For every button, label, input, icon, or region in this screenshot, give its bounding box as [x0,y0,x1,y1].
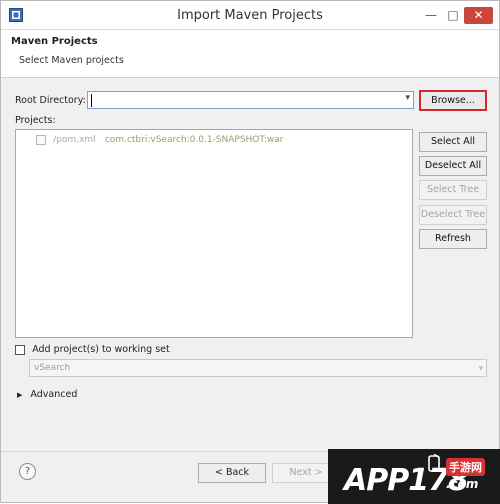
refresh-button[interactable]: Refresh [419,229,487,249]
working-set-option[interactable]: Add project(s) to working set [15,344,170,356]
advanced-toggle[interactable]: ▶ Advanced [17,389,77,400]
help-icon[interactable]: ? [19,463,36,480]
advanced-label: Advanced [30,389,78,400]
chevron-down-icon[interactable]: ▾ [478,361,483,377]
text-caret [91,94,92,107]
project-checkbox[interactable] [36,135,46,145]
working-set-value: vSearch [34,363,71,373]
watermark-sub: 手游网 [446,458,485,476]
select-all-button[interactable]: Select All [419,132,487,152]
working-set-label: Add project(s) to working set [32,344,170,355]
title-bar: Import Maven Projects — □ ✕ [1,1,499,30]
deselect-tree-button[interactable]: Deselect Tree [419,205,487,225]
import-maven-projects-dialog: Import Maven Projects — □ ✕ Maven Projec… [0,0,500,504]
working-set-select[interactable]: vSearch ▾ [29,359,487,377]
page-subtitle: Select Maven projects [19,55,124,66]
maximize-button[interactable]: □ [444,7,462,23]
project-row[interactable]: /pom.xml com.ctbri:vSearch:0.0.1-SNAPSHO… [36,135,284,149]
expand-triangle-icon[interactable]: ▶ [17,391,22,399]
chevron-down-icon[interactable]: ▾ [405,93,410,103]
close-button[interactable]: ✕ [464,7,493,24]
root-directory-input[interactable]: ▾ [87,91,414,109]
watermark-logo: APP178 手游网 .com [328,449,500,504]
project-path: /pom.xml [53,135,96,145]
root-directory-label: Root Directory: [15,95,86,106]
wizard-header: Maven Projects Select Maven projects [1,30,499,78]
projects-tree[interactable]: /pom.xml com.ctbri:vSearch:0.0.1-SNAPSHO… [15,129,413,338]
minimize-button[interactable]: — [422,7,440,23]
project-artifact: com.ctbri:vSearch:0.0.1-SNAPSHOT:war [104,135,284,145]
browse-button[interactable]: Browse... [419,90,487,111]
projects-label: Projects: [15,115,56,126]
watermark-domain: .com [446,477,479,491]
back-button[interactable]: < Back [198,463,266,483]
working-set-checkbox[interactable] [15,344,25,355]
select-tree-button[interactable]: Select Tree [419,180,487,200]
deselect-all-button[interactable]: Deselect All [419,156,487,176]
page-title: Maven Projects [11,36,98,47]
